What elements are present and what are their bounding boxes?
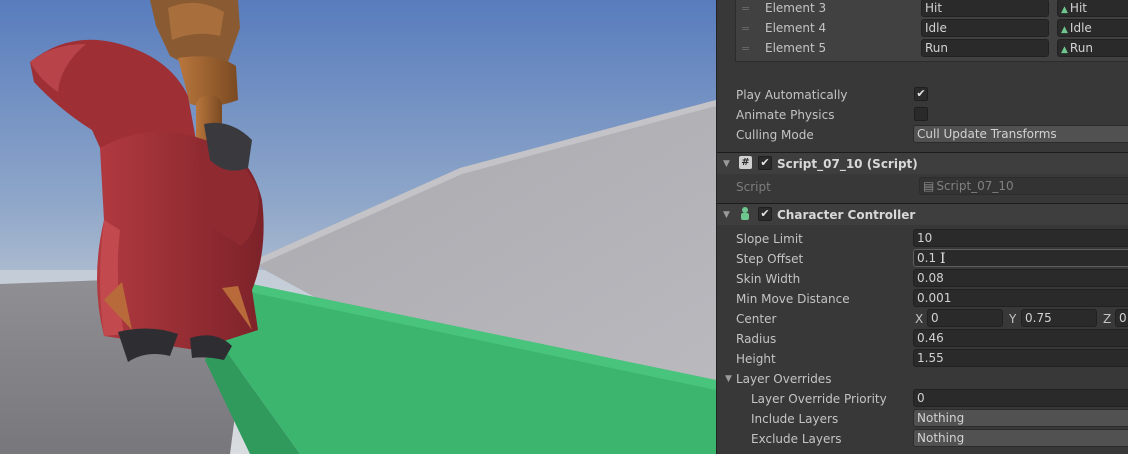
layer-overrides-label[interactable]: Layer Overrides <box>736 371 831 387</box>
animation-clip-icon: ▲ <box>1061 5 1068 15</box>
skin-width-field[interactable]: 0.08 <box>913 269 1128 287</box>
list-element-label: Element 4 <box>765 21 827 35</box>
element-name-field[interactable]: Run <box>921 39 1049 57</box>
center-y-field[interactable]: 0.75 <box>1021 309 1097 327</box>
character-controller-title: Character Controller <box>777 208 916 222</box>
animation-clip-value: Hit <box>1069 1 1087 15</box>
drag-handle-icon[interactable]: = <box>741 23 750 35</box>
script-component-title: Script_07_10 (Script) <box>777 157 918 171</box>
animation-clip-icon: ▲ <box>1061 25 1068 35</box>
step-offset-label: Step Offset <box>736 252 804 266</box>
animate-physics-label: Animate Physics <box>736 108 835 122</box>
script-file-icon: ▤ <box>923 179 935 193</box>
center-z-field[interactable]: 0 <box>1115 309 1128 327</box>
height-label: Height <box>736 352 776 366</box>
element-name-field[interactable]: Hit <box>921 0 1049 17</box>
slope-limit-label: Slope Limit <box>736 232 803 246</box>
center-y-label[interactable]: Y <box>1009 311 1016 327</box>
text-cursor-icon: I <box>940 251 946 267</box>
drag-handle-icon[interactable]: = <box>741 43 750 55</box>
layer-overrides-foldout-icon[interactable]: ▼ <box>725 373 732 385</box>
exclude-layers-dropdown[interactable]: Nothing <box>913 429 1128 447</box>
checkmark-icon: ✔ <box>760 207 770 220</box>
scene-viewport[interactable] <box>0 0 716 454</box>
center-x-field[interactable]: 0 <box>927 309 1003 327</box>
animation-clip-icon: ▲ <box>1061 45 1068 55</box>
radius-label: Radius <box>736 332 777 346</box>
script-icon: # <box>739 156 752 169</box>
animation-clip-field[interactable]: ▲ Run <box>1057 39 1128 57</box>
culling-mode-dropdown[interactable]: Cull Update Transforms <box>913 125 1128 143</box>
script-object-field: ▤ Script_07_10 <box>919 177 1128 195</box>
slope-limit-field[interactable]: 10 <box>913 229 1128 247</box>
min-move-distance-label: Min Move Distance <box>736 292 850 306</box>
inspector-panel: = Element 3 Hit ▲ Hit = Element 4 Idle ▲ I… <box>716 0 1128 454</box>
layer-override-priority-field[interactable]: 0 <box>913 389 1128 407</box>
animation-clip-field[interactable]: ▲ Idle <box>1057 19 1128 37</box>
script-field-label: Script <box>736 180 771 194</box>
drag-handle-icon[interactable]: = <box>741 3 750 15</box>
exclude-layers-label: Exclude Layers <box>751 432 842 446</box>
character-controller-icon <box>738 206 752 220</box>
radius-field[interactable]: 0.46 <box>913 329 1128 347</box>
play-automatically-label: Play Automatically <box>736 88 848 102</box>
scene-view[interactable] <box>0 0 716 454</box>
script-enabled-checkbox[interactable]: ✔ <box>758 156 772 170</box>
checkmark-icon: ✔ <box>916 87 926 100</box>
element-name-field[interactable]: Idle <box>921 19 1049 37</box>
play-automatically-checkbox[interactable]: ✔ <box>914 87 928 101</box>
animation-clip-value: Run <box>1069 41 1093 55</box>
include-layers-label: Include Layers <box>751 412 839 426</box>
center-z-label[interactable]: Z <box>1103 311 1111 327</box>
culling-mode-label: Culling Mode <box>736 128 814 142</box>
character-controller-enabled-checkbox[interactable]: ✔ <box>758 207 772 221</box>
animate-physics-checkbox[interactable] <box>914 107 928 121</box>
list-element-label: Element 5 <box>765 41 827 55</box>
checkmark-icon: ✔ <box>760 156 770 169</box>
animation-clip-value: Idle <box>1069 21 1092 35</box>
include-layers-dropdown[interactable]: Nothing <box>913 409 1128 427</box>
animation-clip-field[interactable]: ▲ Hit <box>1057 0 1128 17</box>
foldout-arrow-icon[interactable]: ▼ <box>723 158 730 170</box>
layer-override-priority-label: Layer Override Priority <box>751 392 887 406</box>
min-move-distance-field[interactable]: 0.001 <box>913 289 1128 307</box>
skin-width-label: Skin Width <box>736 272 801 286</box>
foldout-arrow-icon[interactable]: ▼ <box>723 209 730 221</box>
script-object-value: Script_07_10 <box>936 179 1014 193</box>
center-label: Center <box>736 312 777 326</box>
list-element-label: Element 3 <box>765 1 827 15</box>
center-x-label[interactable]: X <box>915 311 923 327</box>
height-field[interactable]: 1.55 <box>913 349 1128 367</box>
